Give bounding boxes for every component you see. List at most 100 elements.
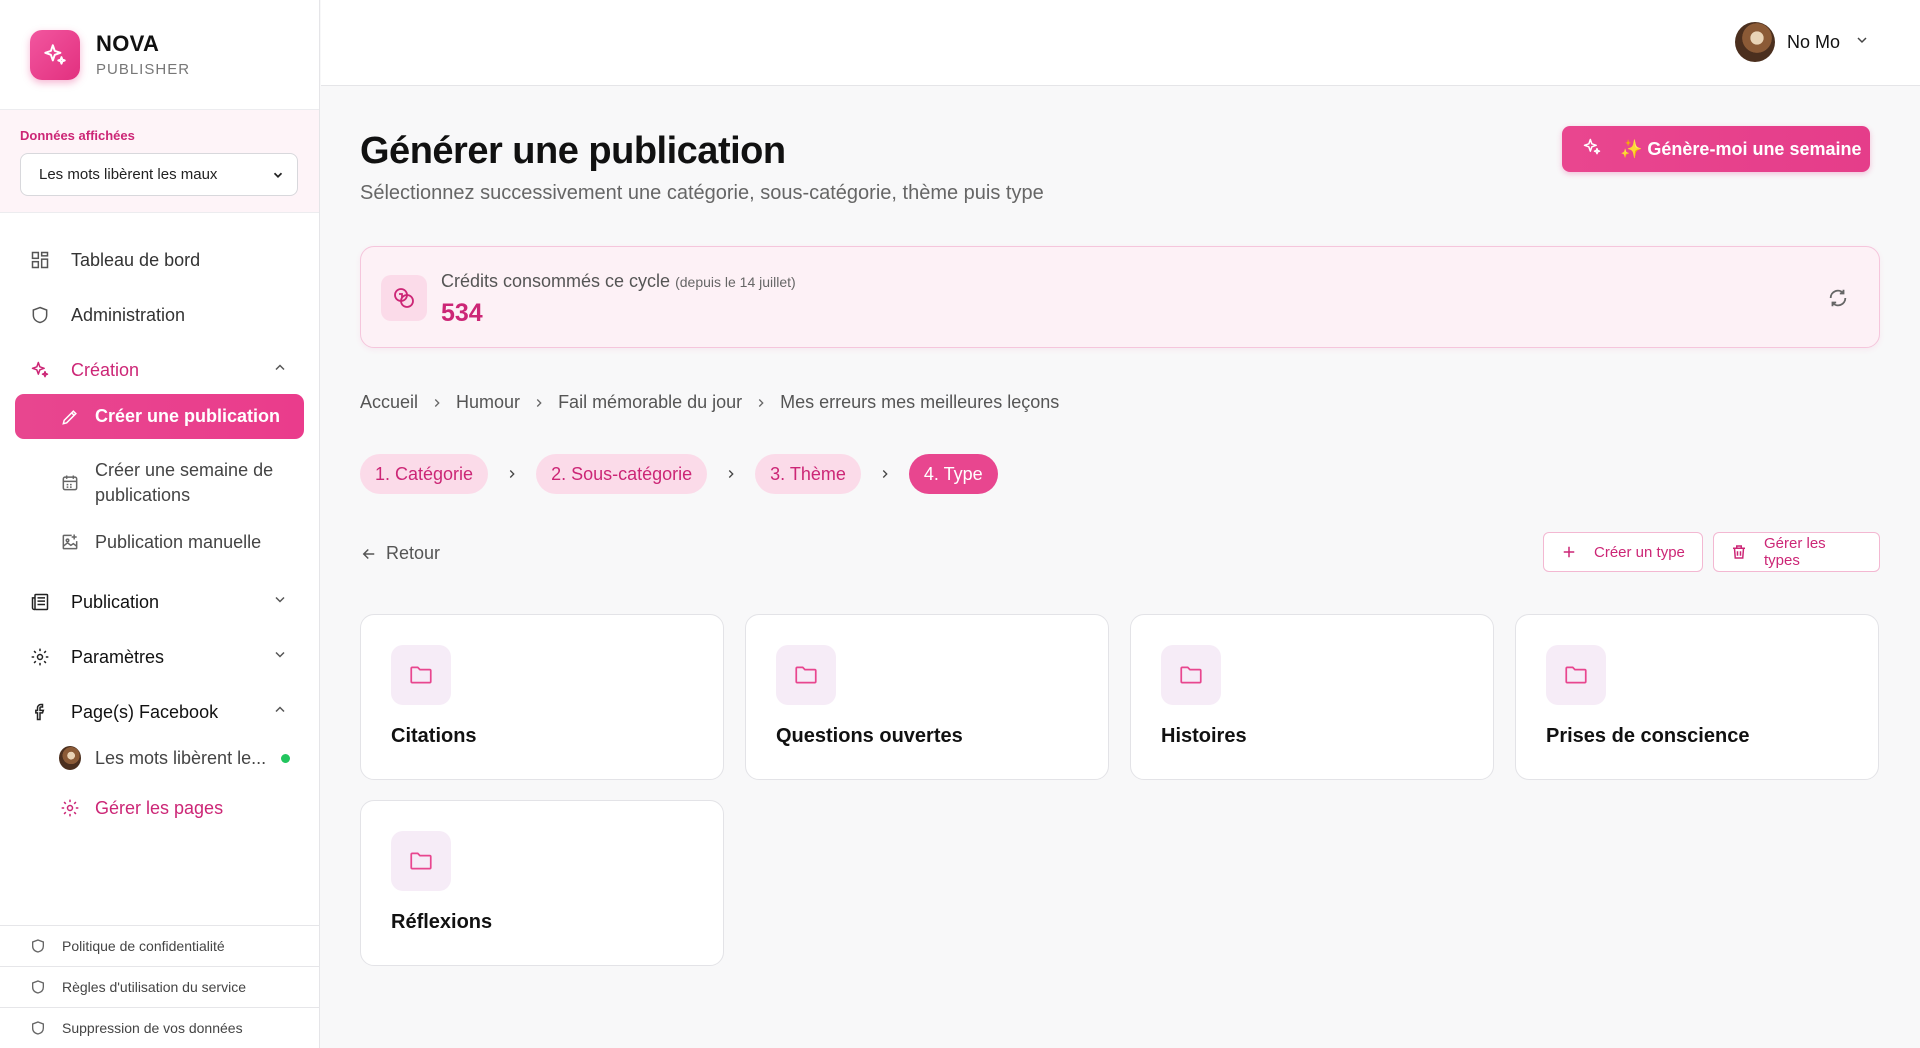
breadcrumb-item[interactable]: Mes erreurs mes meilleures leçons [780, 392, 1059, 413]
chevron-right-icon [878, 467, 892, 481]
type-card-questions[interactable]: Questions ouvertes [745, 614, 1109, 780]
trash-icon [1730, 543, 1748, 561]
sidebar-item-dashboard[interactable]: Tableau de bord [15, 245, 304, 275]
sidebar-item-label: Publication [71, 591, 160, 612]
refresh-icon[interactable] [1827, 287, 1849, 314]
data-deletion-link[interactable]: Suppression de vos données [0, 1007, 320, 1048]
chevron-down-icon [273, 172, 283, 178]
breadcrumb: Accueil Humour Fail mémorable du jour Me… [360, 392, 1059, 413]
type-card-reflections[interactable]: Réflexions [360, 800, 724, 966]
folder-icon [1546, 645, 1606, 705]
brand-name: NOVA [96, 31, 160, 56]
page-subtitle: Sélectionnez successivement une catégori… [360, 182, 1044, 204]
sidebar-item-label: Créer une semaine de publications [95, 460, 274, 505]
sidebar-item-manual-publication[interactable]: Publication manuelle [15, 527, 304, 557]
folder-icon [391, 645, 451, 705]
step-subcategory[interactable]: 2. Sous-catégorie [536, 454, 708, 494]
sparkle-icon [29, 359, 51, 381]
sidebar: NOVA PUBLISHER Données affichées Les mot… [0, 0, 320, 1048]
terms-link[interactable]: Règles d'utilisation du service [0, 966, 320, 1007]
privacy-link[interactable]: Politique de confidentialité [0, 925, 320, 966]
shield-icon [30, 1020, 46, 1036]
data-deletion-link-label: Suppression de vos données [62, 1020, 243, 1036]
generate-week-button[interactable]: ✨ Génère-moi une semaine [1562, 126, 1870, 172]
step-category[interactable]: 1. Catégorie [360, 454, 489, 494]
type-card-label: Citations [391, 725, 477, 747]
folder-icon [1161, 645, 1221, 705]
user-menu[interactable]: No Mo [1734, 22, 1870, 62]
brand: NOVA PUBLISHER [0, 0, 319, 110]
sidebar-item-facebook-pages[interactable]: Page(s) Facebook [15, 697, 304, 727]
coins-icon [381, 275, 427, 321]
manage-types-label: Gérer les types [1764, 535, 1826, 569]
data-selector-section: Données affichées Les mots libèrent les … [0, 110, 319, 213]
sidebar-item-label: Les mots libèrent le... [95, 747, 267, 768]
sidebar-item-label: Créer une publication [95, 406, 281, 426]
shield-icon [30, 979, 46, 995]
dashboard-grid-icon [29, 249, 51, 271]
gear-icon [29, 646, 51, 668]
type-card-label: Réflexions [391, 911, 493, 933]
type-card-label: Prises de conscience [1546, 725, 1750, 747]
step-theme[interactable]: 3. Thème [755, 454, 861, 494]
type-card-stories[interactable]: Histoires [1130, 614, 1494, 780]
sidebar-item-label: Paramètres [71, 646, 165, 667]
credits-label-text: Crédits consommés ce cycle [441, 271, 671, 291]
type-card-awareness[interactable]: Prises de conscience [1515, 614, 1879, 780]
sidebar-item-manage-pages[interactable]: Gérer les pages [15, 793, 304, 823]
step-indicator: 1. Catégorie 2. Sous-catégorie 3. Thème … [360, 454, 998, 494]
folder-icon [391, 831, 451, 891]
chevron-down-icon [272, 647, 288, 668]
generate-week-label: ✨ Génère-moi une semaine [1620, 138, 1862, 159]
privacy-link-label: Politique de confidentialité [62, 938, 225, 954]
folder-icon [776, 645, 836, 705]
online-status-dot [281, 753, 290, 763]
chevron-down-icon [272, 592, 288, 613]
create-type-button[interactable]: Créer un type [1543, 532, 1703, 572]
type-card-label: Questions ouvertes [776, 725, 963, 747]
back-button[interactable]: Retour [360, 543, 440, 564]
sidebar-item-settings[interactable]: Paramètres [15, 642, 304, 672]
chevron-right-icon [724, 467, 738, 481]
chevron-up-icon [272, 702, 288, 723]
sidebar-item-label: Tableau de bord [71, 249, 201, 270]
facebook-icon [29, 701, 51, 723]
avatar [1734, 22, 1775, 62]
manage-types-button[interactable]: Gérer les types [1713, 532, 1880, 572]
sidebar-item-create-week[interactable]: Créer une semaine de publications [15, 458, 304, 510]
type-card-citations[interactable]: Citations [360, 614, 724, 780]
page-title: Générer une publication [360, 130, 786, 172]
breadcrumb-item[interactable]: Accueil [360, 392, 418, 413]
credits-label: Crédits consommés ce cycle (depuis le 14… [441, 271, 796, 292]
sparkle-icon [1582, 137, 1602, 162]
shield-icon [29, 304, 51, 326]
step-type[interactable]: 4. Type [908, 454, 998, 494]
calendar-icon [59, 472, 81, 494]
gear-icon [59, 797, 81, 819]
image-edit-icon [59, 531, 81, 553]
sidebar-item-label: Administration [71, 304, 186, 325]
sidebar-item-creation[interactable]: Création [15, 355, 304, 385]
user-name: No Mo [1786, 31, 1840, 52]
chevron-down-icon [1854, 32, 1870, 53]
back-label: Retour [386, 543, 441, 563]
page-avatar [59, 746, 81, 770]
data-selector-dropdown[interactable]: Les mots libèrent les maux [20, 153, 298, 196]
data-selector-label: Données affichées [20, 128, 135, 143]
chevron-right-icon [754, 396, 768, 410]
breadcrumb-item[interactable]: Humour [456, 392, 520, 413]
sidebar-item-publication[interactable]: Publication [15, 587, 304, 617]
shield-icon [30, 938, 46, 954]
newspaper-icon [29, 591, 51, 613]
sidebar-item-facebook-page[interactable]: Les mots libèrent le... [15, 743, 304, 773]
chevron-up-icon [272, 360, 288, 381]
credits-value: 534 [441, 299, 483, 327]
sparkle-logo-icon [30, 29, 80, 80]
sidebar-item-label: Création [71, 359, 140, 380]
sidebar-item-label: Page(s) Facebook [71, 701, 219, 722]
create-type-label: Créer un type [1594, 543, 1685, 561]
data-selector-value: Les mots libèrent les maux [39, 166, 218, 183]
sidebar-item-administration[interactable]: Administration [15, 300, 304, 330]
sidebar-item-create-publication[interactable]: Créer une publication [15, 394, 304, 439]
breadcrumb-item[interactable]: Fail mémorable du jour [558, 392, 742, 413]
